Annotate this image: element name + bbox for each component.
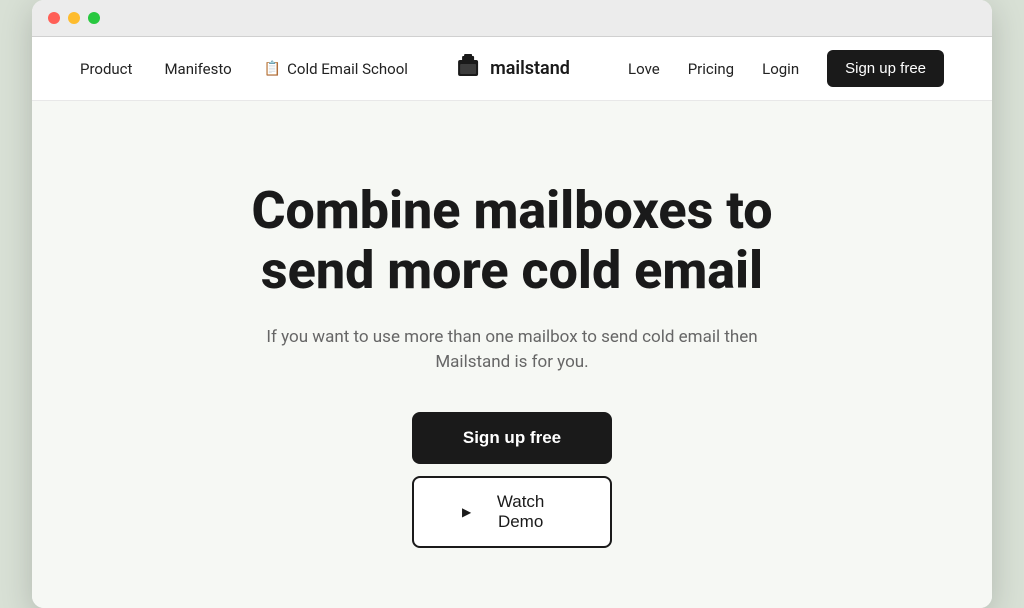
- nav-manifesto-label: Manifesto: [164, 60, 231, 78]
- maximize-button[interactable]: [88, 12, 100, 24]
- watch-demo-button[interactable]: ▶ Watch Demo: [412, 476, 612, 548]
- nav-pricing-label: Pricing: [688, 60, 734, 78]
- logo-icon: [454, 54, 482, 83]
- page-content: Product Manifesto 📋 Cold Email School: [32, 37, 992, 608]
- signup-button[interactable]: Sign up free: [412, 412, 612, 464]
- browser-window: Product Manifesto 📋 Cold Email School: [32, 0, 992, 608]
- nav-right: Love Pricing Login Sign up free: [628, 50, 944, 87]
- nav-item-product[interactable]: Product: [80, 60, 132, 78]
- book-icon: 📋: [264, 61, 281, 77]
- minimize-button[interactable]: [68, 12, 80, 24]
- nav-login-label: Login: [762, 60, 799, 78]
- nav-left: Product Manifesto 📋 Cold Email School: [80, 60, 408, 78]
- browser-chrome: [32, 0, 992, 37]
- nav-item-pricing[interactable]: Pricing: [688, 60, 734, 78]
- hero-section: Combine mailboxes to send more cold emai…: [32, 101, 992, 608]
- nav-signup-label: Sign up free: [845, 60, 926, 77]
- logo[interactable]: mailstand: [454, 54, 570, 83]
- watch-demo-label: Watch Demo: [479, 492, 562, 532]
- nav-item-love[interactable]: Love: [628, 60, 660, 78]
- play-icon: ▶: [462, 505, 471, 519]
- nav-item-manifesto[interactable]: Manifesto: [164, 60, 231, 78]
- hero-subtitle: If you want to use more than one mailbox…: [232, 325, 792, 376]
- nav-product-label: Product: [80, 60, 132, 78]
- nav-item-cold-email-school[interactable]: 📋 Cold Email School: [264, 60, 408, 78]
- signup-label: Sign up free: [463, 428, 561, 447]
- nav-item-login[interactable]: Login: [762, 60, 799, 78]
- nav-love-label: Love: [628, 60, 660, 78]
- hero-title: Combine mailboxes to send more cold emai…: [212, 181, 812, 301]
- close-button[interactable]: [48, 12, 60, 24]
- navbar: Product Manifesto 📋 Cold Email School: [32, 37, 992, 101]
- hero-actions: Sign up free ▶ Watch Demo: [412, 412, 612, 548]
- nav-cold-email-label: Cold Email School: [287, 60, 408, 78]
- nav-signup-button[interactable]: Sign up free: [827, 50, 944, 87]
- logo-text: mailstand: [490, 58, 570, 79]
